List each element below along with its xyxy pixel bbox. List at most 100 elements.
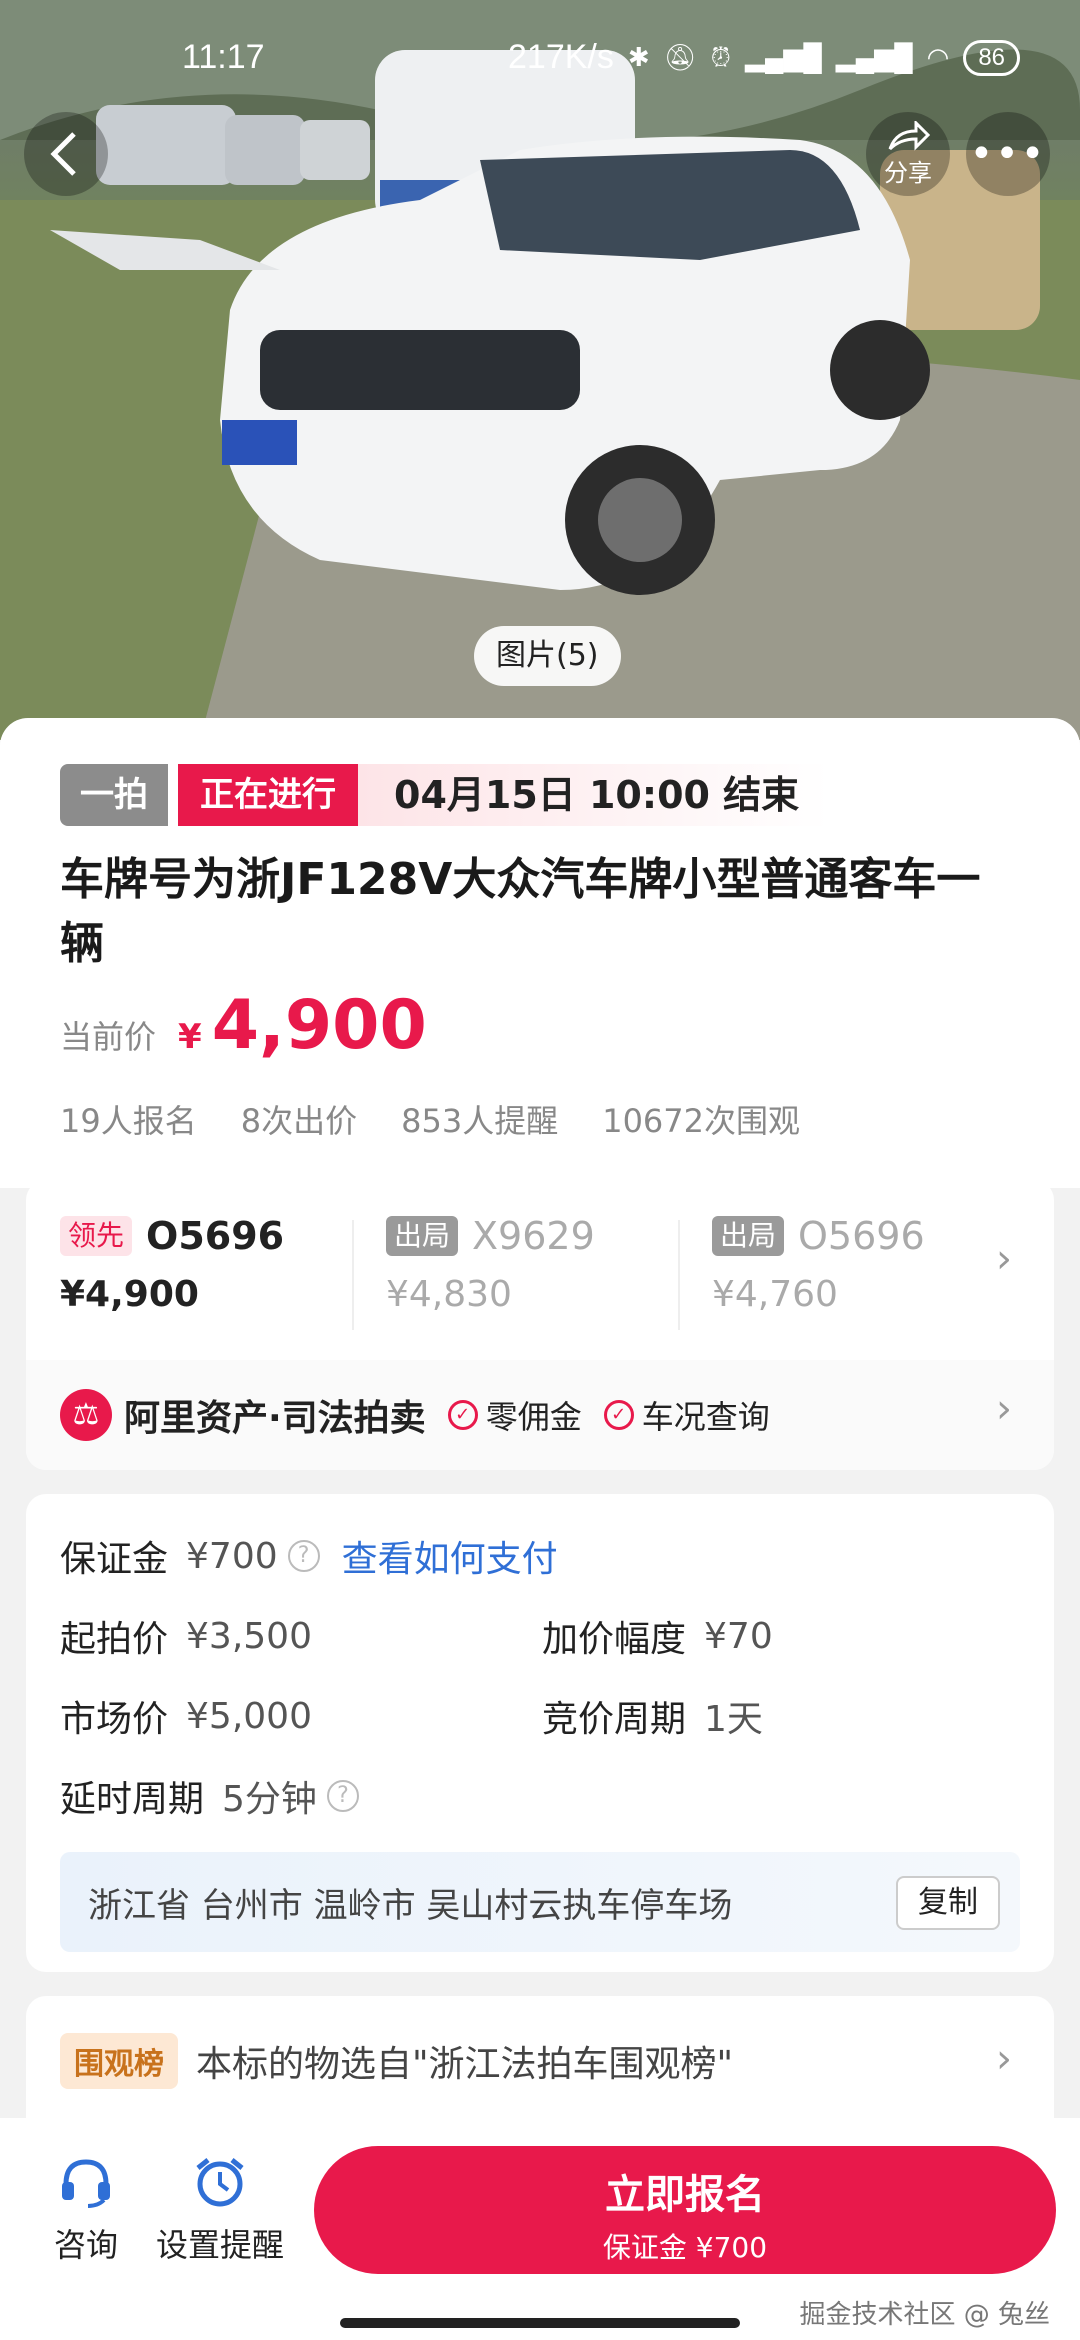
- divider: [352, 1220, 354, 1330]
- current-price-label: 当前价: [60, 1018, 157, 1056]
- bidder-id: O5696: [798, 1214, 925, 1258]
- share-icon: [888, 120, 930, 151]
- ranking-row[interactable]: 围观榜 本标的物选自"浙江法拍车围观榜" ›: [26, 1996, 1054, 2126]
- auction-end-time: 04月15日 10:00 结束: [358, 764, 830, 826]
- alarm-icon: ⏰︎: [710, 41, 731, 72]
- platform-row[interactable]: ⚖ 阿里资产·司法拍卖 ✓ 零佣金 ✓ 车况查询 ›: [26, 1360, 1054, 1470]
- share-label: 分享: [884, 158, 932, 187]
- auction-stats: 19人报名 8次出价 853人提醒 10672次围观: [60, 1096, 800, 1142]
- ali-auction-logo-icon: ⚖: [60, 1389, 112, 1441]
- reminder-label: 设置提醒: [156, 2226, 285, 2264]
- vehicle-photo[interactable]: 11:17 217K/s ✱ 🔕︎ ⏰︎ ▂▄▆█ ▂▄▆█ ◠ 86 分享 •…: [0, 0, 1080, 740]
- platform-name: 阿里资产·司法拍卖: [124, 1398, 426, 1439]
- copy-address-button[interactable]: 复制: [896, 1876, 1000, 1930]
- bid-history[interactable]: 领先 O5696 ¥4,900 出局 X9629 ¥4,830 出局 O5696…: [26, 1180, 1054, 1360]
- delay-row: 延时周期 5分钟 ?: [60, 1770, 359, 1822]
- more-dots-icon: •••: [969, 131, 1047, 177]
- auction-round-tag: 一拍: [60, 764, 168, 826]
- start-price-value: ¥3,500: [186, 1615, 312, 1657]
- bid-badge: 出局: [386, 1216, 459, 1256]
- signal-icon: ▂▄▆█: [744, 42, 822, 72]
- photo-count-badge[interactable]: 图片(5): [474, 626, 621, 686]
- battery-indicator: 86: [963, 39, 1021, 76]
- feature-label: 零佣金: [485, 1398, 582, 1436]
- deposit-value: ¥700: [186, 1535, 278, 1577]
- bid-entry: 领先 O5696 ¥4,900: [60, 1214, 380, 1315]
- vehicle-address: 浙江省 台州市 温岭市 吴山村云执车停车场 复制: [60, 1852, 1020, 1952]
- check-circle-icon: ✓: [603, 1400, 634, 1430]
- bluetooth-icon: ✱: [627, 42, 650, 72]
- market-price-row: 市场价 ¥5,000: [60, 1690, 312, 1742]
- deposit-row: 保证金 ¥700 ? 查看如何支付: [60, 1530, 558, 1582]
- bid-entry: 出局 O5696 ¥4,760: [712, 1214, 962, 1315]
- network-speed: 217K/s: [508, 38, 614, 76]
- auction-info-card: 保证金 ¥700 ? 查看如何支付 起拍价 ¥3,500 加价幅度 ¥70 市场…: [26, 1494, 1054, 1972]
- home-indicator[interactable]: [340, 2318, 740, 2328]
- address-text: 浙江省 台州市 温岭市 吴山村云执车停车场: [88, 1885, 733, 1926]
- current-price-value: 4,900: [211, 986, 427, 1065]
- chevron-right-icon: ›: [996, 1236, 1012, 1282]
- how-to-pay-link[interactable]: 查看如何支付: [342, 1530, 558, 1582]
- feature-label: 车况查询: [641, 1398, 770, 1436]
- headset-icon: [62, 2159, 110, 2208]
- increment-row: 加价幅度 ¥70: [542, 1610, 773, 1662]
- stat-reminders: 853人提醒: [401, 1102, 559, 1140]
- bid-amount: ¥4,900: [60, 1274, 199, 1315]
- back-button[interactable]: [24, 112, 108, 196]
- ranking-badge: 围观榜: [60, 2033, 178, 2089]
- chevron-right-icon: ›: [996, 2036, 1012, 2082]
- signal-icon-2: ▂▄▆█: [835, 42, 913, 72]
- bid-badge: 出局: [712, 1216, 785, 1256]
- bid-cycle-value: 1天: [704, 1699, 763, 1740]
- stat-bids: 8次出价: [240, 1102, 358, 1140]
- auction-status-tag: 正在进行: [178, 764, 358, 826]
- alarm-clock-icon: [196, 2158, 244, 2207]
- register-button[interactable]: 立即报名 保证金 ¥700: [314, 2146, 1056, 2274]
- auction-summary: 一拍 正在进行 04月15日 10:00 结束 车牌号为浙JF128V大众汽车牌…: [0, 718, 1080, 1188]
- share-button[interactable]: 分享: [866, 112, 950, 196]
- consult-button[interactable]: 咨询: [54, 2154, 118, 2266]
- ranking-text: 本标的物选自"浙江法拍车围观榜": [196, 2044, 734, 2085]
- set-reminder-button[interactable]: 设置提醒: [156, 2154, 284, 2266]
- current-price-row: 当前价 ¥ 4,900: [60, 986, 427, 1065]
- stat-registrations: 19人报名: [60, 1102, 197, 1140]
- bidder-id: X9629: [472, 1214, 595, 1258]
- auction-title: 车牌号为浙JF128V大众汽车牌小型普通客车一辆: [60, 854, 981, 969]
- bid-badge: 领先: [60, 1216, 133, 1256]
- chevron-right-icon: ›: [996, 1386, 1012, 1432]
- increment-value: ¥70: [704, 1615, 773, 1657]
- help-icon[interactable]: ?: [326, 1780, 359, 1812]
- divider: [678, 1220, 680, 1330]
- status-bar: 11:17 217K/s ✱ 🔕︎ ⏰︎ ▂▄▆█ ▂▄▆█ ◠ 86: [0, 30, 1080, 90]
- check-circle-icon: ✓: [447, 1400, 478, 1430]
- bid-entry: 出局 X9629 ¥4,830: [386, 1214, 706, 1315]
- register-deposit-label: 保证金 ¥700: [602, 2231, 768, 2264]
- bid-amount: ¥4,830: [386, 1274, 512, 1315]
- mute-icon: 🔕︎: [663, 42, 697, 72]
- bidder-id: O5696: [146, 1214, 285, 1258]
- market-price-label: 市场价: [60, 1699, 169, 1740]
- help-icon[interactable]: ?: [287, 1540, 320, 1572]
- feature-zero-commission: ✓ 零佣金: [447, 1392, 582, 1438]
- status-time: 11:17: [182, 38, 265, 76]
- bid-cycle-row: 竞价周期 1天: [542, 1690, 763, 1742]
- stat-views: 10672次围观: [602, 1102, 801, 1140]
- deposit-label: 保证金: [60, 1539, 169, 1580]
- delay-value: 5分钟: [222, 1779, 317, 1820]
- feature-vehicle-check: ✓ 车况查询: [603, 1392, 770, 1438]
- register-label: 立即报名: [605, 2172, 765, 2218]
- more-button[interactable]: •••: [966, 112, 1050, 196]
- delay-label: 延时周期: [60, 1779, 205, 1820]
- consult-label: 咨询: [54, 2226, 119, 2264]
- market-price-value: ¥5,000: [186, 1695, 312, 1737]
- auction-tags: 一拍 正在进行 04月15日 10:00 结束: [60, 764, 830, 826]
- currency-symbol: ¥: [178, 1017, 202, 1057]
- bid-history-card: 领先 O5696 ¥4,900 出局 X9629 ¥4,830 出局 O5696…: [26, 1180, 1054, 1470]
- wifi-icon: ◠: [926, 42, 950, 72]
- increment-label: 加价幅度: [542, 1619, 687, 1660]
- start-price-label: 起拍价: [60, 1619, 169, 1660]
- bid-cycle-label: 竞价周期: [542, 1699, 687, 1740]
- bid-amount: ¥4,760: [712, 1274, 838, 1315]
- watermark: 掘金技术社区 @ 兔丝: [799, 2300, 1050, 2330]
- bottom-action-bar: 咨询 设置提醒 立即报名 保证金 ¥700 掘金技术社区 @ 兔丝: [0, 2118, 1080, 2340]
